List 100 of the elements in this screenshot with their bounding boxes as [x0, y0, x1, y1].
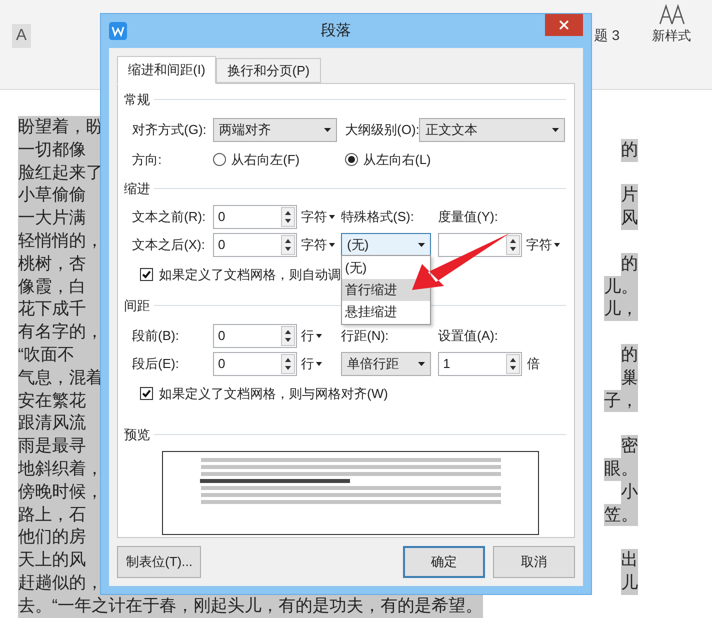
field-label: 大纲级别(O):: [344, 120, 420, 139]
spin-arrows-icon[interactable]: [506, 354, 520, 374]
close-button[interactable]: [545, 14, 583, 36]
caret-icon: [329, 214, 335, 218]
document-text: 儿。: [604, 276, 638, 298]
section-heading: 间距: [124, 297, 150, 315]
document-text: 盼望着，盼: [18, 116, 100, 139]
number-field[interactable]: 0: [213, 232, 297, 256]
document-text: 花下成千: [18, 298, 100, 322]
radio-label: 从右向左(F): [231, 150, 300, 169]
number-field[interactable]: 1: [438, 352, 522, 376]
document-text: 傍晚时候，: [18, 480, 100, 504]
number-field[interactable]: 0: [213, 204, 297, 228]
field-label: 对齐方式(G):: [132, 120, 208, 139]
font-button[interactable]: A: [12, 24, 31, 48]
spin-arrows-icon[interactable]: [281, 206, 295, 226]
tab[interactable]: 换行和分页(P): [216, 58, 321, 83]
dropdown-option[interactable]: 悬挂缩进: [342, 301, 430, 323]
document-text: 一大片满: [18, 207, 100, 230]
dialog-title: 段落: [320, 20, 352, 41]
radio-button[interactable]: [345, 152, 358, 166]
document-text: 安在繁花: [18, 390, 100, 412]
dialog-button[interactable]: 制表位(T)...: [117, 546, 202, 578]
caret-icon: [316, 362, 322, 366]
document-text: “吹面不: [18, 344, 100, 367]
dropdown-option[interactable]: (无): [342, 257, 430, 279]
checkbox[interactable]: [140, 386, 153, 400]
document-text: 子，: [604, 390, 638, 412]
document-text: 儿: [621, 572, 638, 595]
document-text: 密: [621, 435, 638, 458]
unit-label: 倍: [526, 354, 540, 373]
document-text: 风: [621, 207, 638, 230]
close-icon: [559, 20, 569, 30]
document-text: 的: [621, 138, 638, 162]
field-label: 文本之后(X):: [132, 236, 206, 254]
checkbox-label: 如果定义了文档网格，则自动调: [159, 266, 341, 284]
document-text: 眼。: [604, 458, 638, 481]
document-text: 赶趟似的，: [18, 572, 100, 595]
caret-icon: [418, 362, 425, 366]
number-field[interactable]: 0: [213, 352, 297, 376]
document-text: 雨是最寻: [18, 435, 100, 458]
dialog-button[interactable]: 确定: [403, 546, 485, 578]
caret-icon: [554, 242, 560, 246]
caret-icon: [324, 128, 331, 132]
document-text: 气息，混着: [18, 366, 100, 390]
document-text: 有名字的，: [18, 321, 100, 344]
number-field[interactable]: 0: [213, 324, 297, 348]
document-text: 的: [621, 252, 638, 276]
document-text: 的: [621, 344, 638, 367]
section-heading: 常规: [124, 91, 150, 109]
caret-icon: [329, 242, 335, 246]
document-text: 儿，: [604, 298, 638, 322]
spin-arrows-icon[interactable]: [506, 234, 520, 254]
document-text: 像霞，白: [18, 276, 100, 298]
document-text: 跟清风流: [18, 412, 100, 436]
section-heading: 缩进: [124, 180, 150, 198]
dropdown[interactable]: 两端对齐: [213, 118, 337, 142]
caret-icon: [552, 128, 560, 132]
document-text: 地斜织着，: [18, 458, 100, 481]
style-label[interactable]: 题 3: [594, 25, 620, 46]
spin-arrows-icon[interactable]: [281, 354, 295, 374]
tab[interactable]: 缩进和间距(I): [117, 56, 216, 84]
font-style-icon[interactable]: [658, 4, 686, 26]
unit-dropdown[interactable]: 字符: [522, 234, 566, 254]
checkbox-label: 如果定义了文档网格，则与网格对齐(W): [159, 384, 388, 403]
dropdown[interactable]: 单倍行距: [341, 352, 431, 376]
checkbox[interactable]: [140, 268, 153, 281]
unit-dropdown[interactable]: 字符: [297, 206, 341, 226]
document-text: 巢: [621, 366, 638, 390]
dropdown-option[interactable]: 首行缩进: [342, 279, 430, 301]
unit-dropdown[interactable]: 字符: [297, 234, 341, 254]
unit-dropdown[interactable]: 行: [297, 354, 341, 374]
field-label: 段前(B):: [132, 326, 180, 345]
number-field[interactable]: [438, 232, 522, 256]
document-text: 一切都像: [18, 138, 100, 162]
document-text: 笠。: [604, 504, 638, 526]
field-label: 特殊格式(S):: [341, 208, 415, 226]
spin-arrows-icon[interactable]: [281, 234, 295, 254]
radio-label: 从左向右(L): [363, 150, 431, 169]
app-logo-icon: [109, 22, 127, 40]
document-text: 桃树，杏: [18, 252, 100, 276]
dialog-button[interactable]: 取消: [493, 546, 575, 578]
dropdown[interactable]: 正文文本: [419, 118, 566, 142]
document-text: 出: [621, 549, 638, 572]
document-text: 去。“一年之计在于春，刚起头儿，有的是功夫，有的是希望。: [18, 594, 483, 618]
document-text: 脸红起来了: [18, 162, 100, 184]
section-heading: 预览: [124, 426, 150, 444]
document-text: 天上的风: [18, 549, 100, 572]
document-text: 小: [621, 480, 638, 504]
field-label: 方向:: [132, 150, 163, 168]
radio-button[interactable]: [213, 152, 226, 166]
document-text: 路上，石: [18, 504, 100, 526]
spin-arrows-icon[interactable]: [281, 326, 295, 346]
new-style-button[interactable]: 新样式: [652, 26, 691, 46]
field-label: 设置值(A):: [438, 326, 498, 345]
field-label: 度量值(Y):: [438, 208, 498, 226]
unit-dropdown[interactable]: 行: [297, 326, 341, 346]
document-text: 小草偷偷: [18, 184, 100, 208]
caret-icon: [418, 242, 425, 246]
dropdown[interactable]: (无): [341, 232, 431, 256]
